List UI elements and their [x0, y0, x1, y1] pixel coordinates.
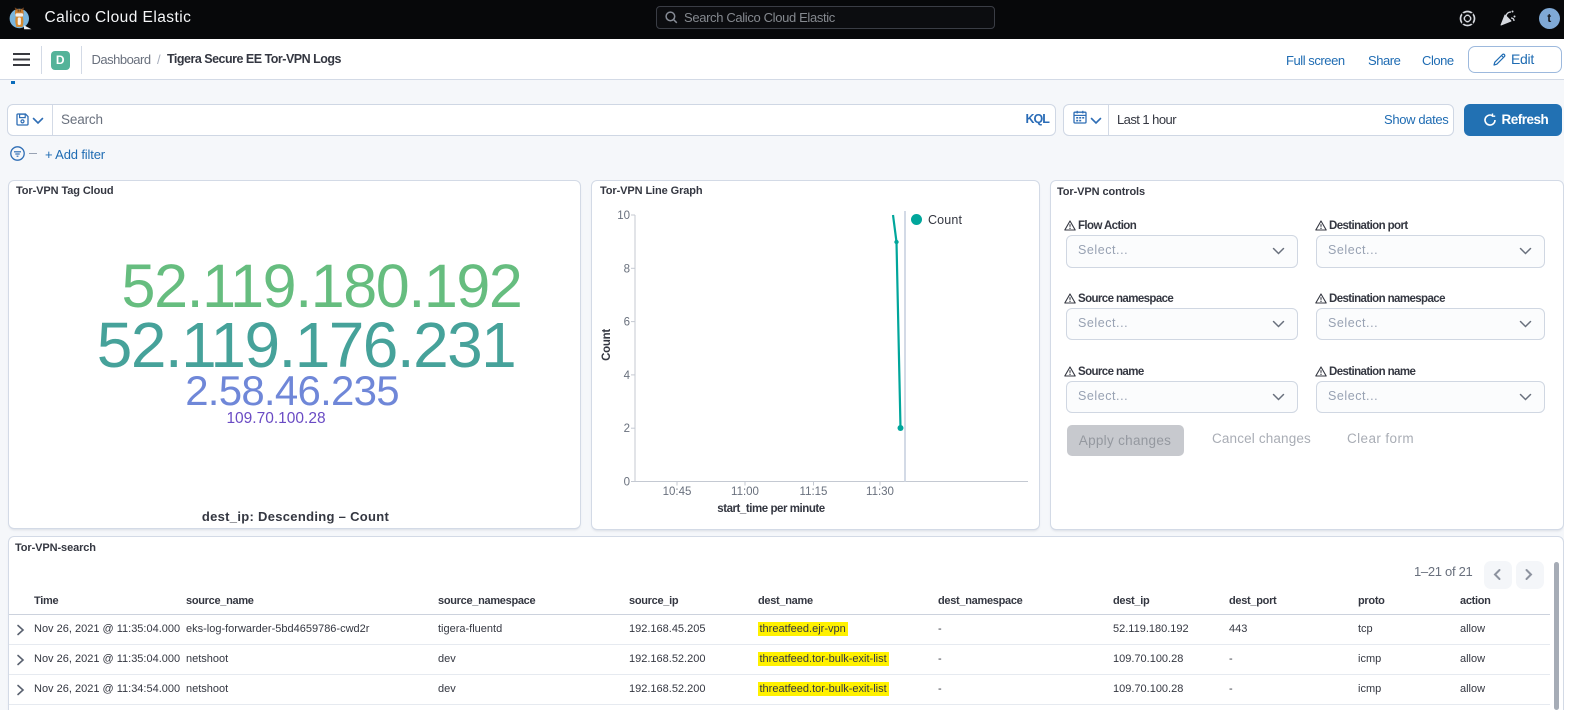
svg-text:4: 4 [624, 370, 631, 382]
svg-text:11:15: 11:15 [800, 486, 828, 498]
svg-text:10:45: 10:45 [663, 486, 692, 498]
svg-text:Count: Count [601, 329, 613, 361]
svg-text:11:30: 11:30 [866, 486, 894, 498]
svg-text:2: 2 [624, 423, 630, 435]
svg-text:11:00: 11:00 [731, 486, 759, 498]
svg-text:8: 8 [624, 263, 630, 275]
svg-text:6: 6 [624, 317, 630, 329]
svg-text:10: 10 [617, 210, 630, 222]
svg-text:Count: Count [928, 213, 962, 227]
svg-text:0: 0 [624, 477, 630, 489]
svg-text:start_time per minute: start_time per minute [717, 503, 825, 515]
